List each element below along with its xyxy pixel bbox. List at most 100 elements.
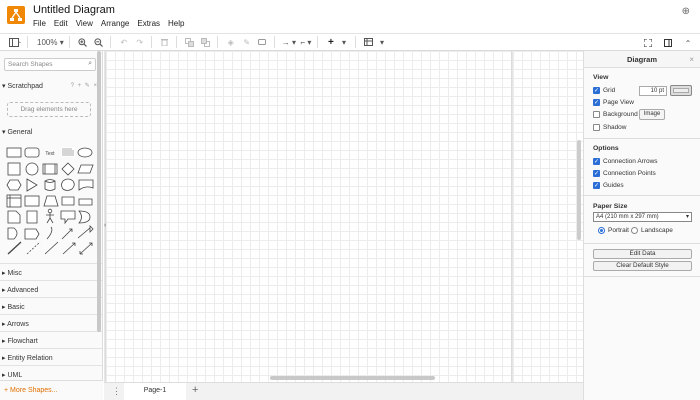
page-tabs-bar: ⋮ Page-1 + bbox=[104, 382, 583, 400]
insert-dropdown-caret[interactable]: ▾ bbox=[338, 35, 350, 49]
connection-arrows-row[interactable]: ✓ Connection Arrows bbox=[593, 158, 658, 165]
canvas-grid-outside-page[interactable] bbox=[513, 51, 583, 382]
to-front-icon[interactable] bbox=[184, 35, 196, 49]
chevron-right-icon: ▸ bbox=[2, 304, 6, 311]
menu-arrange[interactable]: Arrange bbox=[101, 19, 129, 28]
document-title[interactable]: Untitled Diagram bbox=[33, 4, 115, 16]
more-shapes-button[interactable]: + More Shapes... bbox=[0, 380, 103, 400]
menu-view[interactable]: View bbox=[76, 19, 93, 28]
section-divider bbox=[584, 195, 700, 196]
section-advanced[interactable]: ▸ Advanced bbox=[0, 280, 102, 297]
page-grid[interactable] bbox=[106, 51, 511, 382]
sidebar-toggle-icon[interactable] bbox=[9, 35, 22, 49]
menu-help[interactable]: Help bbox=[168, 19, 184, 28]
zoom-level-dropdown[interactable]: 100% ▾ bbox=[37, 35, 64, 49]
shadow-checkbox-row[interactable]: Shadow bbox=[593, 124, 627, 131]
menu-extras[interactable]: Extras bbox=[137, 19, 160, 28]
general-shapes-grid: Text bbox=[6, 143, 96, 260]
section-label: Arrows bbox=[7, 321, 29, 328]
connection-icon[interactable]: → ▾ bbox=[282, 35, 296, 49]
portrait-radio[interactable] bbox=[598, 227, 605, 234]
page-menu-icon[interactable]: ⋮ bbox=[112, 386, 121, 397]
page-tab-1[interactable]: Page-1 bbox=[124, 383, 186, 400]
landscape-radio[interactable] bbox=[631, 227, 638, 234]
delete-icon[interactable] bbox=[159, 35, 171, 49]
section-misc[interactable]: ▸ Misc bbox=[0, 263, 102, 280]
image-button[interactable]: Image bbox=[639, 109, 665, 120]
connection-points-checkbox[interactable]: ✓ bbox=[593, 170, 600, 177]
sidebar-collapse-handle-icon[interactable]: ‹ bbox=[104, 222, 106, 229]
connection-points-row[interactable]: ✓ Connection Points bbox=[593, 170, 656, 177]
guides-row[interactable]: ✓ Guides bbox=[593, 182, 624, 189]
shape-display bbox=[24, 228, 40, 240]
menu-edit[interactable]: Edit bbox=[54, 19, 68, 28]
toolbar-right-group: ⌃ bbox=[638, 36, 694, 50]
page-view-checkbox-row[interactable]: ✓ Page View bbox=[593, 99, 634, 106]
canvas-horizontal-scrollbar[interactable] bbox=[270, 376, 435, 380]
section-entity-relation[interactable]: ▸ Entity Relation bbox=[0, 348, 102, 365]
shape-or bbox=[78, 210, 91, 224]
background-checkbox[interactable] bbox=[593, 111, 600, 118]
edit-data-button[interactable]: Edit Data bbox=[593, 249, 692, 259]
search-icon[interactable]: ⌕ bbox=[88, 60, 92, 68]
chevron-down-icon: ▾ bbox=[685, 214, 689, 220]
scratchpad-dropzone[interactable]: Drag elements here bbox=[7, 102, 91, 117]
menu-file[interactable]: File bbox=[33, 19, 46, 28]
undo-icon[interactable]: ↶ bbox=[118, 35, 130, 49]
fill-color-icon[interactable]: ◈ bbox=[225, 35, 237, 49]
shape-triangle bbox=[26, 178, 38, 192]
background-checkbox-row[interactable]: Background bbox=[593, 111, 638, 118]
shadow-checkbox[interactable] bbox=[593, 124, 600, 131]
shape-actor bbox=[47, 208, 53, 214]
guides-checkbox[interactable]: ✓ bbox=[593, 182, 600, 189]
scratchpad-header[interactable]: ▾ Scratchpad ? + ✎ × bbox=[2, 82, 98, 90]
shape-bidirectional-arrow bbox=[79, 242, 93, 255]
shape-dashed-line bbox=[26, 241, 41, 255]
chevron-right-icon: ▸ bbox=[2, 355, 6, 362]
page-view-checkbox[interactable]: ✓ bbox=[593, 99, 600, 106]
format-panel-icon[interactable] bbox=[662, 36, 674, 50]
grid-checkbox[interactable]: ✓ bbox=[593, 87, 600, 94]
waypoints-icon[interactable]: ⌐ ▾ bbox=[300, 35, 312, 49]
shadow-label: Shadow bbox=[603, 124, 627, 131]
grid-checkbox-row[interactable]: ✓ Grid bbox=[593, 87, 615, 94]
paper-size-select[interactable]: A4 (210 mm x 297 mm) ▾ bbox=[593, 212, 692, 222]
connection-points-label: Connection Points bbox=[603, 170, 656, 177]
table-dropdown-caret[interactable]: ▾ bbox=[376, 35, 388, 49]
landscape-radio-row[interactable]: Landscape bbox=[631, 227, 673, 234]
section-arrows[interactable]: ▸ Arrows bbox=[0, 314, 102, 331]
section-flowchart[interactable]: ▸ Flowchart bbox=[0, 331, 102, 348]
connection-arrows-checkbox[interactable]: ✓ bbox=[593, 158, 600, 165]
search-shapes-input[interactable]: Search Shapes ⌕ bbox=[4, 58, 96, 71]
add-page-button[interactable]: + bbox=[192, 384, 198, 396]
sidebar-scrollbar[interactable] bbox=[97, 51, 101, 332]
section-basic[interactable]: ▸ Basic bbox=[0, 297, 102, 314]
chevron-right-icon: ▸ bbox=[2, 321, 6, 328]
general-section-header[interactable]: ▾ General bbox=[2, 128, 32, 136]
grid-color-swatch[interactable] bbox=[670, 85, 692, 96]
zoom-in-icon[interactable] bbox=[77, 35, 89, 49]
to-back-icon[interactable] bbox=[200, 35, 212, 49]
insert-icon[interactable]: + bbox=[325, 35, 337, 49]
shape-diamond bbox=[61, 162, 75, 176]
zoom-out-icon[interactable] bbox=[93, 35, 105, 49]
redo-icon[interactable]: ↷ bbox=[134, 35, 146, 49]
close-icon[interactable]: × bbox=[689, 51, 694, 68]
shape-palette[interactable]: Text bbox=[6, 143, 96, 258]
portrait-radio-row[interactable]: Portrait bbox=[598, 227, 629, 234]
format-panel-scrollbar[interactable] bbox=[577, 140, 581, 240]
diagram-canvas[interactable] bbox=[104, 51, 583, 382]
shadow-icon[interactable] bbox=[257, 35, 269, 49]
section-label: Flowchart bbox=[7, 338, 38, 345]
shape-ellipse bbox=[77, 147, 93, 158]
scratchpad-tools[interactable]: ? + ✎ × bbox=[71, 82, 98, 89]
shape-parallelogram bbox=[77, 164, 94, 174]
collapse-icon[interactable]: ⌃ bbox=[682, 36, 694, 50]
clear-default-style-button[interactable]: Clear Default Style bbox=[593, 261, 692, 271]
language-globe-icon[interactable]: ⊕ bbox=[682, 6, 690, 17]
table-icon[interactable] bbox=[363, 35, 375, 49]
shape-arrow bbox=[62, 242, 76, 255]
line-color-icon[interactable]: ✎ bbox=[241, 35, 253, 49]
grid-size-input[interactable]: 10 pt bbox=[639, 86, 667, 96]
fullscreen-icon[interactable] bbox=[642, 36, 654, 50]
